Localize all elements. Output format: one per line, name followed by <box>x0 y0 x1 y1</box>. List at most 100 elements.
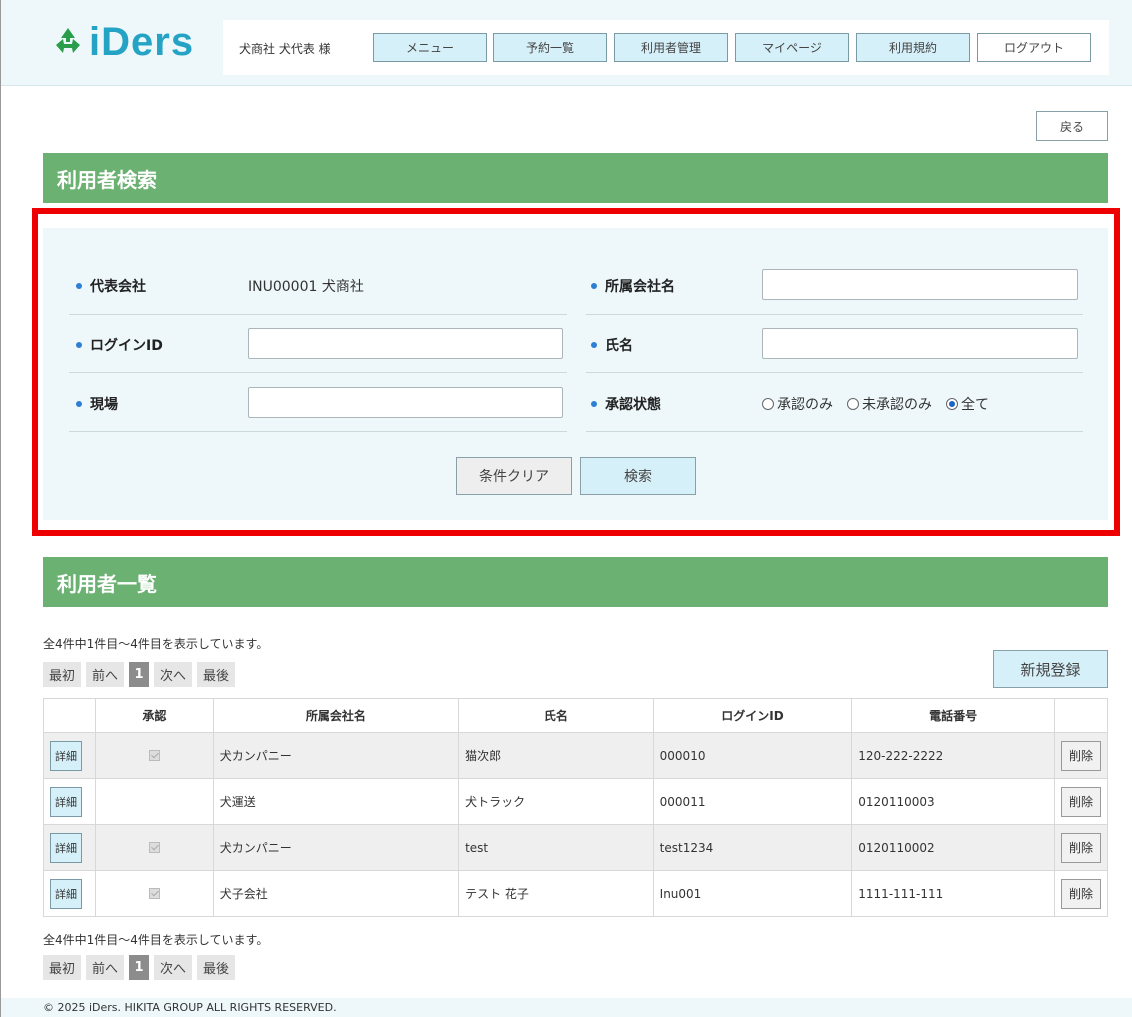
login-id-cell: 000011 <box>652 778 853 825</box>
company-cell: 犬子会社 <box>212 870 460 917</box>
rep-company-value: INU00001 犬商社 <box>248 279 364 295</box>
new-registration-button[interactable]: 新規登録 <box>993 650 1108 688</box>
logo[interactable]: iDers <box>51 22 194 62</box>
bullet-icon <box>76 342 82 348</box>
pager-prev[interactable]: 前へ <box>86 662 125 687</box>
affiliated-company-label: 所属会社名 <box>591 276 675 296</box>
detail-button[interactable]: 詳細 <box>50 786 82 817</box>
approved-checkbox <box>148 750 160 761</box>
phone-cell: 120-222-2222 <box>851 732 1055 779</box>
detail-button[interactable]: 詳細 <box>50 878 82 909</box>
divider <box>586 314 1083 315</box>
delete-button[interactable]: 削除 <box>1060 786 1101 817</box>
pager-last[interactable]: 最後 <box>197 662 236 687</box>
bullet-icon <box>591 283 597 289</box>
divider <box>586 431 1083 432</box>
approval-cell <box>94 778 214 825</box>
column-header-company: 所属会社名 <box>212 698 460 733</box>
table-row: 詳細 犬子会社 テスト 花子 Inu001 1111-111-111 削除 <box>43 870 1109 917</box>
login-id-cell: Inu001 <box>652 870 853 917</box>
pager-first[interactable]: 最初 <box>43 955 82 980</box>
pager-last[interactable]: 最後 <box>197 955 236 980</box>
delete-button[interactable]: 削除 <box>1060 832 1101 863</box>
footer-copyright: © 2025 iDers. HIKITA GROUP ALL RIGHTS RE… <box>1 998 1132 1017</box>
nav-menu-button[interactable]: メニュー <box>373 33 487 62</box>
nav-bar: 犬商社 犬代表 様 メニュー 予約一覧 利用者管理 マイページ 利用規約 ログア… <box>223 20 1109 75</box>
affiliated-company-input[interactable] <box>762 269 1078 300</box>
name-input[interactable] <box>762 328 1078 359</box>
company-cell: 犬カンパニー <box>212 824 460 871</box>
radio-unapproved-only[interactable]: 未承認のみ <box>847 394 932 414</box>
radio-approved-only[interactable]: 承認のみ <box>762 394 833 414</box>
logo-text: iDers <box>89 20 195 64</box>
column-header <box>43 698 96 733</box>
pager-prev[interactable]: 前へ <box>86 955 125 980</box>
divider <box>69 431 567 432</box>
approval-status-label: 承認状態 <box>591 394 661 414</box>
pager-top: 最初 前へ 1 次へ 最後 <box>43 662 236 687</box>
pager-current[interactable]: 1 <box>129 662 150 687</box>
nav-user-management-button[interactable]: 利用者管理 <box>614 33 728 62</box>
name-label: 氏名 <box>591 335 633 355</box>
site-input[interactable] <box>248 387 563 418</box>
logout-button[interactable]: ログアウト <box>977 33 1091 62</box>
page-left-border <box>0 0 1 1017</box>
name-cell: 猫次郎 <box>458 732 654 779</box>
name-cell: test <box>458 824 654 871</box>
pager-next[interactable]: 次へ <box>154 662 193 687</box>
login-id-input[interactable] <box>248 328 563 359</box>
divider <box>69 372 567 373</box>
search-section-title: 利用者検索 <box>43 153 1108 203</box>
table-row: 詳細 犬カンパニー 猫次郎 000010 120-222-2222 削除 <box>43 732 1109 779</box>
divider <box>586 372 1083 373</box>
table-row: 詳細 犬運送 犬トラック 000011 0120110003 削除 <box>43 778 1109 825</box>
approval-radio-group: 承認のみ 未承認のみ 全て <box>762 394 1003 414</box>
column-header-name: 氏名 <box>458 698 654 733</box>
radio-all[interactable]: 全て <box>946 394 989 414</box>
bullet-icon <box>591 342 597 348</box>
bullet-icon <box>76 283 82 289</box>
approved-checkbox <box>148 842 160 853</box>
clear-conditions-button[interactable]: 条件クリア <box>456 457 572 495</box>
column-header-phone: 電話番号 <box>851 698 1055 733</box>
column-header <box>1053 698 1109 733</box>
column-header-approval: 承認 <box>94 698 214 733</box>
bullet-icon <box>591 401 597 407</box>
table-header-row: 承認 所属会社名 氏名 ログインID 電話番号 <box>43 698 1109 733</box>
back-button[interactable]: 戻る <box>1036 111 1108 141</box>
phone-cell: 0120110003 <box>851 778 1055 825</box>
divider <box>69 314 567 315</box>
table-row: 詳細 犬カンパニー test test1234 0120110002 削除 <box>43 824 1109 871</box>
search-button[interactable]: 検索 <box>580 457 696 495</box>
recycle-logo-icon <box>51 25 85 59</box>
pager-bottom: 最初 前へ 1 次へ 最後 <box>43 955 236 980</box>
pager-next[interactable]: 次へ <box>154 955 193 980</box>
login-id-label: ログインID <box>76 335 163 355</box>
nav-mypage-button[interactable]: マイページ <box>735 33 849 62</box>
delete-button[interactable]: 削除 <box>1060 878 1101 909</box>
login-id-cell: 000010 <box>652 732 853 779</box>
delete-button[interactable]: 削除 <box>1060 740 1101 771</box>
user-table: 承認 所属会社名 氏名 ログインID 電話番号 詳細 犬カンパニー 猫次郎 00… <box>43 698 1109 917</box>
detail-button[interactable]: 詳細 <box>50 832 82 863</box>
detail-button[interactable]: 詳細 <box>50 740 82 771</box>
phone-cell: 0120110002 <box>851 824 1055 871</box>
pager-current[interactable]: 1 <box>129 955 150 980</box>
pager-first[interactable]: 最初 <box>43 662 82 687</box>
bullet-icon <box>76 401 82 407</box>
user-name: 犬商社 犬代表 様 <box>239 42 331 56</box>
user-list-title: 利用者一覧 <box>43 557 1108 607</box>
login-id-cell: test1234 <box>652 824 853 871</box>
approved-checkbox <box>148 888 160 899</box>
nav-terms-button[interactable]: 利用規約 <box>856 33 970 62</box>
site-label: 現場 <box>76 394 118 414</box>
radio-selected-icon <box>946 398 958 410</box>
result-count-top: 全4件中1件目～4件目を表示しています。 <box>43 637 269 651</box>
company-cell: 犬カンパニー <box>212 732 460 779</box>
column-header-login-id: ログインID <box>652 698 853 733</box>
radio-circle-icon <box>847 398 859 410</box>
nav-reservations-button[interactable]: 予約一覧 <box>493 33 607 62</box>
company-cell: 犬運送 <box>212 778 460 825</box>
name-cell: 犬トラック <box>458 778 654 825</box>
header: iDers 犬商社 犬代表 様 メニュー 予約一覧 利用者管理 マイページ 利用… <box>1 0 1132 86</box>
